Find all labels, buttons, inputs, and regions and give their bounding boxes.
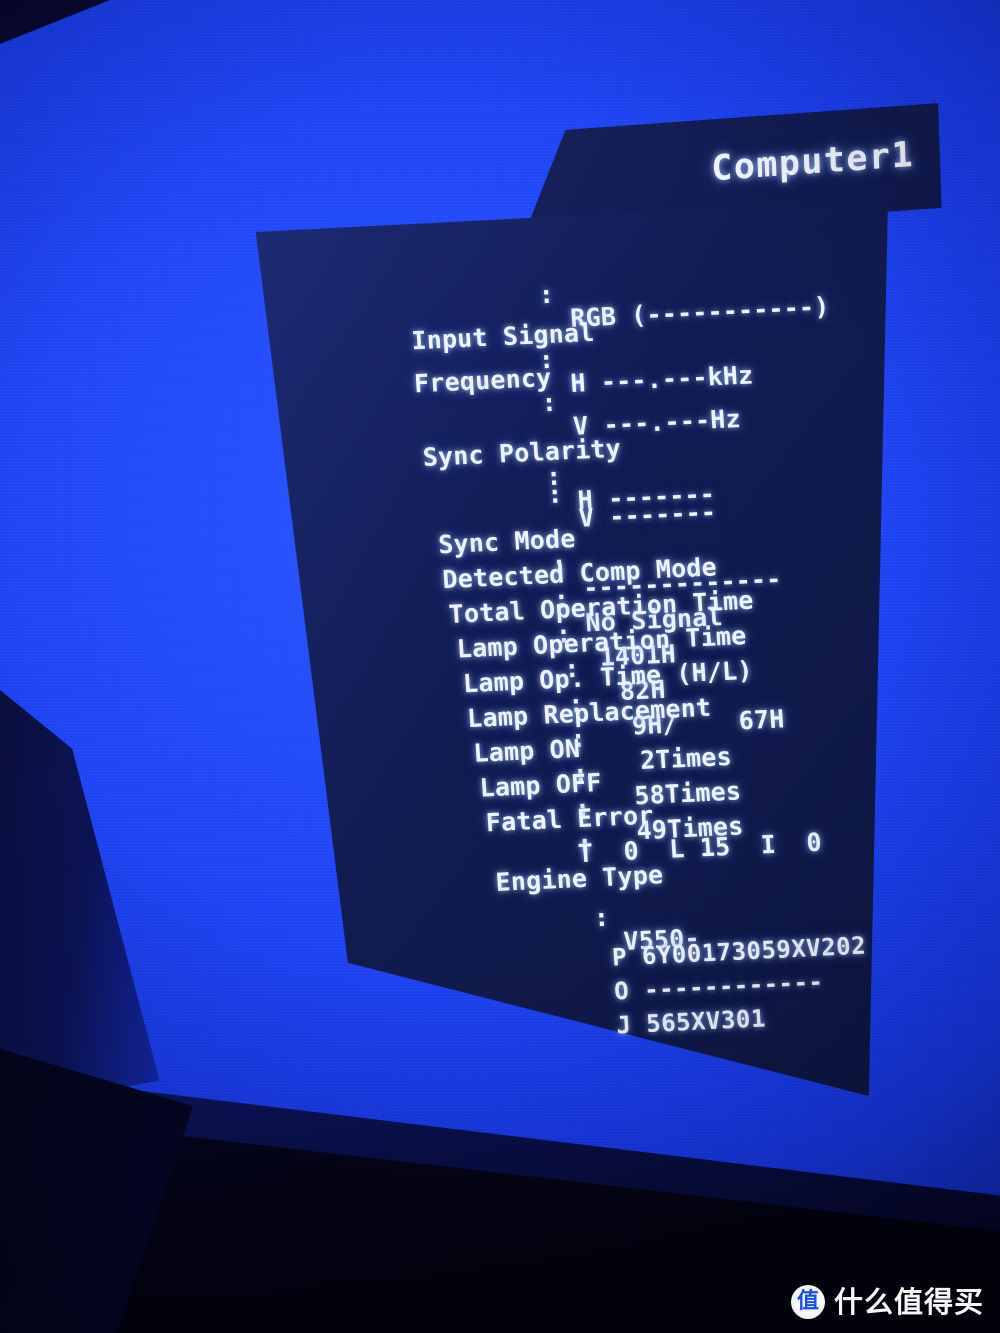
status-row-value: V ------- bbox=[577, 497, 717, 533]
status-row-colon: : bbox=[540, 387, 558, 418]
status-panel: : RGB (-----------) Input Signal : H ---… bbox=[248, 196, 888, 1096]
watermark-logo-icon: 值 bbox=[790, 1285, 825, 1319]
status-row-label: Sync Polarity bbox=[421, 433, 622, 472]
code-line-text: 565XV301 bbox=[645, 1004, 767, 1039]
code-line: J 565XV301 bbox=[495, 982, 768, 1067]
source-banner-label: Computer1 bbox=[710, 134, 915, 190]
watermark-text: 什么值得买 bbox=[833, 1284, 984, 1319]
status-row-value: 2Times bbox=[639, 741, 733, 776]
code-line-prefix: J bbox=[615, 1010, 633, 1040]
projector-osd-photo: Computer1 : RGB (-----------) Input Sign… bbox=[0, 0, 1000, 1333]
status-row-label: Frequency bbox=[413, 362, 553, 399]
watermark: 值 什么值得买 bbox=[790, 1284, 984, 1319]
